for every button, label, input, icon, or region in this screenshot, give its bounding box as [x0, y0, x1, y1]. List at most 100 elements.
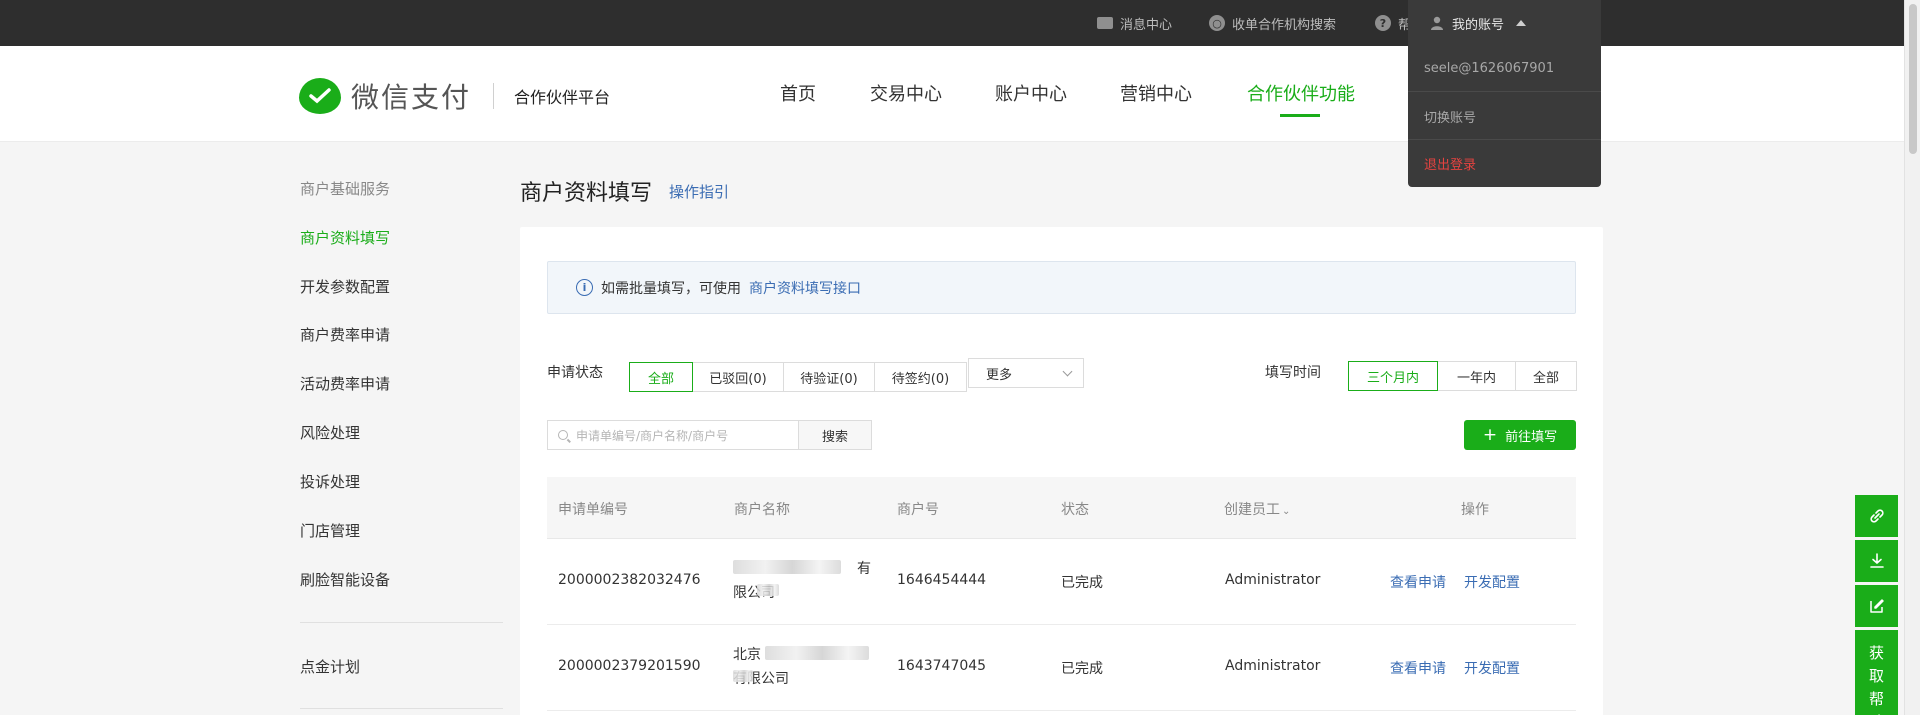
sidebar-item-stores[interactable]: 门店管理 [300, 520, 360, 541]
status-text: 已完成 [1061, 661, 1103, 677]
account-dropdown: seele@1626067901 切换账号 退出登录 [1408, 46, 1601, 187]
institution-search-link[interactable]: ○ 收单合作机构搜索 [1209, 0, 1336, 46]
dev-config-link[interactable]: 开发配置 [1464, 572, 1520, 592]
account-email: seele@1626067901 [1424, 61, 1555, 76]
top-bar: 消息中心 ○ 收单合作机构搜索 ? 帮助中心 [0, 0, 1904, 46]
table-row: 2000002382032476 有 限公司 1646454444 已完成 Ad… [547, 539, 1576, 625]
status-filter-label: 申请状态 [547, 365, 603, 381]
table-header: 申请单编号 商户名称 商户号 状态 创建员工 ⌄ 操作 [547, 477, 1576, 539]
sidebar-item-activity-fee[interactable]: 活动费率申请 [300, 373, 390, 394]
download-icon [1869, 553, 1884, 568]
help-char: 助 [1869, 711, 1884, 715]
sidebar-item-dev-config[interactable]: 开发参数配置 [300, 276, 390, 297]
time-option-3-months[interactable]: 三个月内 [1348, 361, 1438, 391]
column-header-merchant-no: 商户号 [897, 502, 939, 518]
sidebar-item-face-devices[interactable]: 刷脸智能设备 [300, 569, 390, 590]
notice-api-link[interactable]: 商户资料填写接口 [749, 278, 861, 298]
dropdown-divider [1408, 139, 1601, 140]
download-tool-button[interactable] [1855, 540, 1898, 582]
time-option-1-year[interactable]: 一年内 [1438, 362, 1516, 390]
link-tool-button[interactable] [1855, 495, 1898, 537]
sidebar-item-gold-plan[interactable]: 点金计划 [300, 656, 360, 677]
table-row: 2000002379201590 北京 有限公司 1643747045 已完成 … [547, 625, 1576, 711]
merchant-no: 1643747045 [897, 658, 987, 674]
search-input[interactable]: 申请单编号/商户名称/商户号 [547, 420, 799, 450]
batch-notice: i 如需批量填写，可使用 商户资料填写接口 [547, 261, 1576, 314]
application-id: 2000002379201590 [558, 658, 701, 674]
view-application-link[interactable]: 查看申请 [1390, 572, 1446, 592]
more-status-select[interactable]: 更多 [968, 358, 1084, 388]
status-text: 已完成 [1061, 575, 1103, 591]
go-fill-label: 前往填写 [1505, 429, 1558, 445]
column-header-status: 状态 [1061, 502, 1089, 518]
account-menu-button[interactable]: 我的账号 [1408, 0, 1601, 46]
column-header-merchant-name: 商户名称 [734, 502, 790, 518]
dropdown-divider [1408, 91, 1601, 92]
platform-name: 合作伙伴平台 [514, 88, 611, 107]
redaction-bar [733, 560, 841, 574]
search-icon [558, 430, 568, 440]
column-header-id: 申请单编号 [558, 502, 628, 518]
edit-tool-button[interactable] [1855, 585, 1898, 627]
nav-partner-functions[interactable]: 合作伙伴功能 [1247, 80, 1355, 106]
main-header: 微信支付 合作伙伴平台 首页 交易中心 账户中心 营销中心 合作伙伴功能 [0, 46, 1904, 142]
sidebar-item-merchant-info[interactable]: 商户资料填写 [300, 227, 390, 248]
logout-item[interactable]: 退出登录 [1424, 154, 1476, 173]
application-id: 2000002382032476 [558, 572, 701, 588]
view-application-link[interactable]: 查看申请 [1390, 658, 1446, 678]
brand-logo[interactable]: 微信支付 合作伙伴平台 [299, 76, 610, 116]
nav-trade-center[interactable]: 交易中心 [870, 80, 942, 106]
get-help-button[interactable]: 获 取 帮 助 [1855, 630, 1898, 715]
time-filter-group: 三个月内 一年内 全部 [1348, 361, 1577, 391]
sidebar-divider [300, 622, 503, 623]
search-placeholder: 申请单编号/商户名称/商户号 [576, 428, 729, 443]
guide-link[interactable]: 操作指引 [669, 181, 729, 202]
sidebar-item-risk[interactable]: 风险处理 [300, 422, 360, 443]
nav-home[interactable]: 首页 [780, 80, 816, 106]
go-fill-button[interactable]: + 前往填写 [1464, 420, 1576, 450]
status-option-all[interactable]: 全部 [629, 362, 693, 392]
messages-link[interactable]: 消息中心 [1097, 0, 1172, 46]
status-filter-group: 全部 已驳回(0) 待验证(0) 待签约(0) [629, 362, 967, 392]
nav-account-center[interactable]: 账户中心 [995, 80, 1067, 106]
creator-header-label: 创建员工 [1224, 502, 1280, 518]
page-title: 商户资料填写 [520, 181, 653, 206]
status-option-pending-sign[interactable]: 待签约(0) [875, 363, 966, 391]
messages-label: 消息中心 [1120, 17, 1173, 33]
notice-text: 如需批量填写，可使用 [601, 280, 741, 297]
logo-divider [493, 83, 495, 109]
merchant-name-fragment: 有 [857, 561, 871, 577]
redaction-bar [733, 670, 753, 682]
plus-icon: + [1482, 424, 1498, 445]
merchant-name-redacted: 有 限公司 [733, 554, 873, 601]
column-header-creator[interactable]: 创建员工 ⌄ [1224, 499, 1290, 519]
redaction-bar [765, 646, 869, 660]
switch-account-item[interactable]: 切换账号 [1424, 107, 1476, 126]
caret-up-icon [1516, 20, 1527, 26]
edit-icon [1869, 599, 1884, 613]
link-icon [1869, 509, 1884, 523]
sidebar-section-title: 商户基础服务 [300, 180, 391, 198]
more-select-value: 更多 [986, 367, 1013, 383]
sidebar-item-complaints[interactable]: 投诉处理 [300, 471, 360, 492]
status-option-pending-verify[interactable]: 待验证(0) [784, 363, 875, 391]
info-icon: i [576, 279, 593, 296]
sidebar-item-fee-apply[interactable]: 商户费率申请 [300, 324, 390, 345]
search-button[interactable]: 搜索 [798, 420, 872, 450]
status-option-rejected[interactable]: 已驳回(0) [693, 363, 784, 391]
column-header-actions: 操作 [1461, 502, 1489, 518]
time-option-all[interactable]: 全部 [1516, 362, 1576, 390]
institution-search-label: 收单合作机构搜索 [1232, 17, 1337, 33]
search-circle-icon: ○ [1209, 15, 1225, 31]
merchant-name-fragment: 北京 [733, 647, 761, 663]
creator-name: Administrator [1225, 572, 1321, 588]
creator-name: Administrator [1225, 658, 1321, 674]
merchant-name-redacted: 北京 有限公司 [733, 640, 873, 687]
nav-marketing-center[interactable]: 营销中心 [1120, 80, 1192, 106]
help-char: 获 [1868, 644, 1884, 662]
dev-config-link[interactable]: 开发配置 [1464, 658, 1520, 678]
scrollbar-thumb[interactable] [1909, 4, 1917, 154]
page-scrollbar[interactable] [1904, 0, 1920, 715]
account-label: 我的账号 [1452, 17, 1505, 33]
brand-name: 微信支付 [351, 81, 472, 114]
